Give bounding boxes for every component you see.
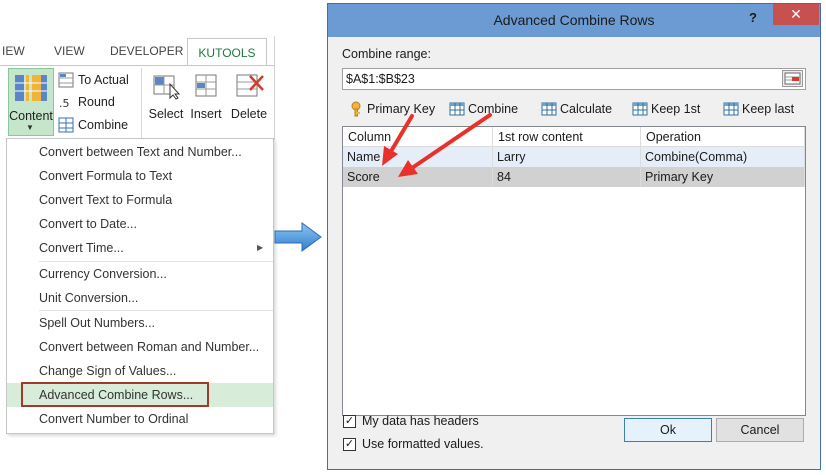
content-icon <box>15 75 47 101</box>
range-select-icon <box>784 72 801 85</box>
headers-checkbox[interactable]: ✓ My data has headers <box>343 414 479 428</box>
table-icon <box>723 102 739 116</box>
submenu-arrow-icon: ▶ <box>257 243 264 252</box>
tab-developer[interactable]: DEVELOPER <box>110 44 183 58</box>
menu-item-unit[interactable]: Unit Conversion... <box>7 286 273 310</box>
select-icon <box>153 75 181 100</box>
cell-column: Name <box>343 147 493 167</box>
delete-button[interactable]: Delete <box>227 72 271 132</box>
delete-icon <box>236 74 264 97</box>
arrow-right-icon <box>274 222 322 252</box>
combine-button[interactable]: Combine <box>449 98 518 120</box>
combine-icon <box>58 117 74 133</box>
menu-item-text-number[interactable]: Convert between Text and Number... <box>7 140 273 164</box>
table-icon <box>541 102 557 116</box>
primary-key-label: Primary Key <box>367 102 436 116</box>
menu-item-change-sign[interactable]: Change Sign of Values... <box>7 359 273 383</box>
menu-item-formula-to-text[interactable]: Convert Formula to Text <box>7 164 273 188</box>
column-header-column[interactable]: Column <box>343 127 493 147</box>
tab-kutools[interactable]: KUTOOLS <box>187 38 267 66</box>
cell-operation: Combine(Comma) <box>641 147 805 167</box>
ok-button[interactable]: Ok <box>624 418 712 442</box>
round-label: Round <box>78 95 115 109</box>
keep-first-button[interactable]: Keep 1st <box>632 98 700 120</box>
content-label: Content <box>9 109 53 123</box>
chevron-down-icon: ▼ <box>26 123 34 132</box>
tab-divider <box>0 65 275 66</box>
calculate-button[interactable]: Calculate <box>541 98 612 120</box>
menu-item-currency[interactable]: Currency Conversion... <box>7 262 273 286</box>
advanced-combine-rows-dialog: Advanced Combine Rows ? ✕ Combine range:… <box>327 3 821 470</box>
menu-item-convert-time[interactable]: Convert Time... <box>7 236 273 260</box>
menu-item-convert-date[interactable]: Convert to Date... <box>7 212 273 236</box>
cell-operation: Primary Key <box>641 167 805 187</box>
keep-last-label: Keep last <box>742 102 795 116</box>
table-icon <box>449 102 465 116</box>
checkbox-box[interactable]: ✓ <box>343 414 356 428</box>
svg-text:.5: .5 <box>59 97 70 110</box>
menu-item-roman[interactable]: Convert between Roman and Number... <box>7 335 273 359</box>
excel-ribbon: IEW VIEW DEVELOPER KUTOOLS Content ▼ To … <box>0 36 275 140</box>
tab-view-partial[interactable]: IEW <box>2 44 25 58</box>
ribbon-separator <box>141 68 142 138</box>
column-header-operation[interactable]: Operation <box>641 127 805 147</box>
columns-grid: Column 1st row content Operation Name La… <box>342 126 806 416</box>
to-actual-icon <box>58 72 74 88</box>
combine-label: Combine <box>78 118 129 132</box>
cell-column: Score <box>343 167 493 187</box>
table-icon <box>632 102 648 116</box>
menu-item-text-to-formula[interactable]: Convert Text to Formula <box>7 188 273 212</box>
keep-first-label: Keep 1st <box>651 102 701 116</box>
insert-icon <box>195 74 217 97</box>
combine-toolbar-label: Combine <box>468 102 519 116</box>
tab-view[interactable]: VIEW <box>54 44 85 58</box>
column-header-first-row[interactable]: 1st row content <box>493 127 641 147</box>
cell-first-row: Larry <box>493 147 641 167</box>
checkbox-box[interactable]: ✓ <box>343 437 356 451</box>
formatted-values-checkbox-label: Use formatted values. <box>362 437 484 451</box>
insert-label: Insert <box>190 107 222 121</box>
to-actual-button[interactable]: To Actual <box>58 70 129 90</box>
range-select-button[interactable] <box>782 70 803 87</box>
keep-last-button[interactable]: Keep last <box>723 98 794 120</box>
to-actual-label: To Actual <box>78 73 129 87</box>
close-button[interactable]: ✕ <box>773 4 819 25</box>
help-button[interactable]: ? <box>745 10 761 28</box>
select-button[interactable]: Select <box>144 72 188 132</box>
key-icon <box>351 101 361 117</box>
select-label: Select <box>148 107 184 121</box>
dialog-body: Combine range: $A$1:$B$23 Primary Key Co… <box>332 37 816 467</box>
round-icon: .5 <box>59 97 70 110</box>
combine-ribbon-button[interactable]: Combine <box>58 115 128 135</box>
combine-range-label: Combine range: <box>342 47 431 61</box>
delete-label: Delete <box>230 107 268 121</box>
cell-first-row: 84 <box>493 167 641 187</box>
table-row[interactable]: Name Larry Combine(Comma) <box>343 147 805 167</box>
cancel-button[interactable]: Cancel <box>716 418 804 442</box>
round-button[interactable]: .5 Round <box>58 92 115 112</box>
menu-item-ordinal[interactable]: Convert Number to Ordinal <box>7 407 273 431</box>
table-row[interactable]: Score 84 Primary Key <box>343 167 805 187</box>
headers-checkbox-label: My data has headers <box>362 414 479 428</box>
insert-button[interactable]: Insert <box>184 72 228 132</box>
formatted-values-checkbox[interactable]: ✓ Use formatted values. <box>343 437 484 451</box>
content-button[interactable]: Content ▼ <box>8 68 54 136</box>
combine-range-input[interactable]: $A$1:$B$23 <box>342 68 806 90</box>
highlight-box <box>21 382 209 407</box>
primary-key-button[interactable]: Primary Key <box>350 98 435 120</box>
dialog-titlebar[interactable]: Advanced Combine Rows ? ✕ <box>328 4 820 37</box>
calculate-label: Calculate <box>560 102 613 116</box>
menu-item-spell-out[interactable]: Spell Out Numbers... <box>7 311 273 335</box>
